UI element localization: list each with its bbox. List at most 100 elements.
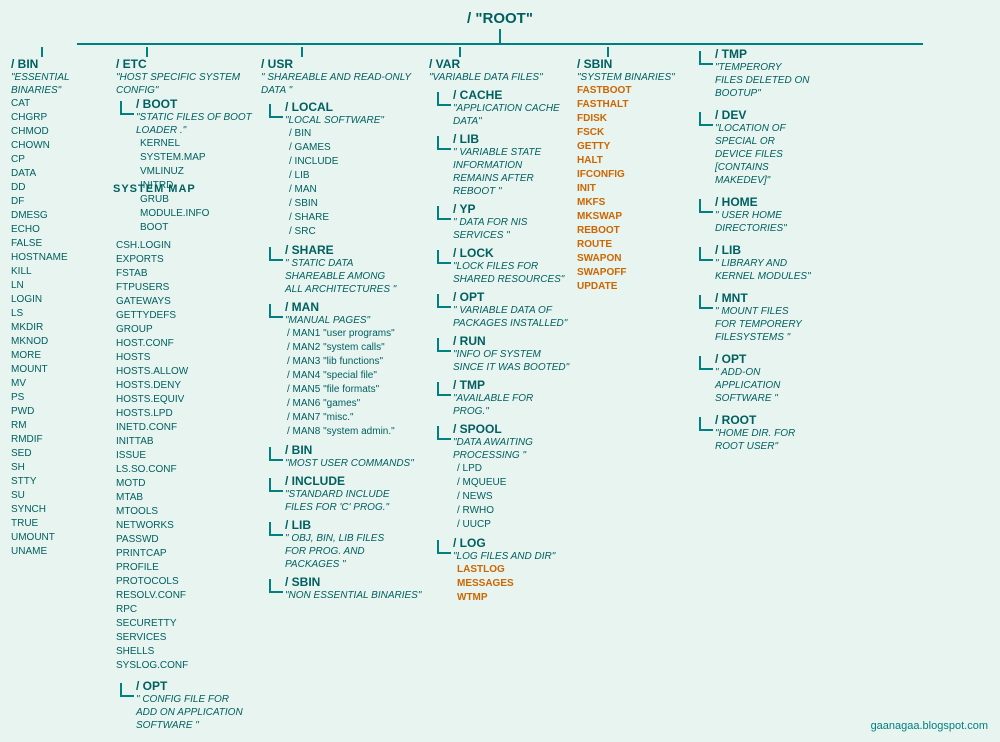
etc-file-list: CSH.LOGIN EXPORTS FSTAB FTPUSERS GATEWAY… bbox=[116, 239, 255, 673]
list-item: / SBIN bbox=[289, 197, 384, 211]
right-panel: / TMP "TEMPERORY FILES DELETED ON BOOTUP… bbox=[696, 45, 814, 463]
usr-local-name: / LOCAL bbox=[285, 100, 384, 114]
list-item: TRUE bbox=[11, 517, 110, 531]
list-item: / RWHO bbox=[457, 504, 571, 518]
usr-man-files: / MAN1 "user programs" / MAN2 "system ca… bbox=[287, 327, 395, 439]
usr-bin-desc: "MOST USER COMMANDS" bbox=[285, 457, 414, 470]
right-opt-desc: " ADD-ON APPLICATION SOFTWARE " bbox=[715, 366, 811, 405]
list-item: SU bbox=[11, 489, 110, 503]
bin-column: / BIN "ESSENTIAL BINARIES" CAT CHGRP CHM… bbox=[8, 45, 113, 561]
var-yp-name: / YP bbox=[453, 202, 571, 216]
list-item: GROUP bbox=[116, 323, 255, 337]
list-item: FASTHALT bbox=[577, 98, 689, 112]
usr-man-name: / MAN bbox=[285, 300, 395, 314]
etc-dir-name: / ETC bbox=[116, 57, 255, 71]
list-item: REBOOT bbox=[577, 224, 689, 238]
list-item: MTOOLS bbox=[116, 505, 255, 519]
list-item: DD bbox=[11, 181, 110, 195]
right-lib-desc: " LIBRARY AND KERNEL MODULES" bbox=[715, 257, 811, 283]
list-item: MKNOD bbox=[11, 335, 110, 349]
var-log-name: / LOG bbox=[453, 536, 555, 550]
list-item: KILL bbox=[11, 265, 110, 279]
list-item: PASSWD bbox=[116, 533, 255, 547]
list-item: FSTAB bbox=[116, 267, 255, 281]
usr-include-desc: "STANDARD INCLUDE FILES FOR 'C' PROG." bbox=[285, 488, 405, 514]
list-item: INITTAB bbox=[116, 435, 255, 449]
list-item: DATA bbox=[11, 167, 110, 181]
usr-sbin-desc: "NON ESSENTIAL BINARIES" bbox=[285, 589, 421, 602]
list-item: RESOLV.CONF bbox=[116, 589, 255, 603]
list-item: LS bbox=[11, 307, 110, 321]
list-item: STTY bbox=[11, 475, 110, 489]
list-item: HOSTS bbox=[116, 351, 255, 365]
right-home-desc: " USER HOME DIRECTORIES" bbox=[715, 209, 811, 235]
usr-local-files: / BIN / GAMES / INCLUDE / LIB / MAN / SB… bbox=[289, 127, 384, 239]
list-item: RPC bbox=[116, 603, 255, 617]
var-lib-name: / LIB bbox=[453, 132, 563, 146]
list-item: NETWORKS bbox=[116, 519, 255, 533]
right-mnt-desc: " MOUNT FILES FOR TEMPORERY FILESYSTEMS … bbox=[715, 305, 811, 344]
list-item: / LPD bbox=[457, 462, 571, 476]
list-item: HOSTS.ALLOW bbox=[116, 365, 255, 379]
list-item: SWAPOFF bbox=[577, 266, 689, 280]
list-item: CP bbox=[11, 153, 110, 167]
list-item: MESSAGES bbox=[457, 577, 555, 591]
list-item: MKSWAP bbox=[577, 210, 689, 224]
usr-share-name: / SHARE bbox=[285, 243, 405, 257]
list-item: HOSTS.EQUIV bbox=[116, 393, 255, 407]
list-item: WTMP bbox=[457, 591, 555, 605]
list-item: / BIN bbox=[289, 127, 384, 141]
var-cache-name: / CACHE bbox=[453, 88, 571, 102]
list-item: / SHARE bbox=[289, 211, 384, 225]
boot-dir-desc: "STATIC FILES OF BOOT LOADER ." bbox=[136, 111, 255, 137]
list-item: DMESG bbox=[11, 209, 110, 223]
list-item: PWD bbox=[11, 405, 110, 419]
list-item: HOSTS.LPD bbox=[116, 407, 255, 421]
list-item: CHOWN bbox=[11, 139, 110, 153]
var-dir-name: / VAR bbox=[429, 57, 571, 71]
list-item: ISSUE bbox=[116, 449, 255, 463]
list-item: EXPORTS bbox=[116, 253, 255, 267]
list-item: SHELLS bbox=[116, 645, 255, 659]
list-item: / MAN1 "user programs" bbox=[287, 327, 395, 341]
usr-local-desc: "LOCAL SOFTWARE" bbox=[285, 114, 384, 127]
sbin-dir-desc: "SYSTEM BINARIES" bbox=[577, 71, 689, 84]
list-item: / INCLUDE bbox=[289, 155, 384, 169]
usr-man-desc: "MANUAL PAGES" bbox=[285, 314, 395, 327]
list-item: HOST.CONF bbox=[116, 337, 255, 351]
right-mnt-name: / MNT bbox=[715, 291, 811, 305]
var-lock-name: / LOCK bbox=[453, 246, 571, 260]
right-opt-name: / OPT bbox=[715, 352, 811, 366]
list-item: SECURETTY bbox=[116, 617, 255, 631]
right-root-name: / ROOT bbox=[715, 413, 811, 427]
system-map-label: SYSTEM MAP bbox=[113, 183, 196, 195]
list-item: SWAPON bbox=[577, 252, 689, 266]
list-item: HALT bbox=[577, 154, 689, 168]
list-item: / MAN bbox=[289, 183, 384, 197]
list-item: IFCONFIG bbox=[577, 168, 689, 182]
list-item: / MAN6 "games" bbox=[287, 397, 395, 411]
list-item: / MAN7 "misc." bbox=[287, 411, 395, 425]
list-item: / MAN2 "system calls" bbox=[287, 341, 395, 355]
var-yp-desc: " DATA FOR NIS SERVICES " bbox=[453, 216, 571, 242]
list-item: SYSLOG.CONF bbox=[116, 659, 255, 673]
etc-dir-desc: "HOST SPECIFIC SYSTEM CONFIG" bbox=[116, 71, 255, 97]
list-item: PS bbox=[11, 391, 110, 405]
list-item: / GAMES bbox=[289, 141, 384, 155]
list-item: MV bbox=[11, 377, 110, 391]
var-spool-name: / SPOOL bbox=[453, 422, 571, 436]
list-item: UMOUNT bbox=[11, 531, 110, 545]
list-item: DF bbox=[11, 195, 110, 209]
list-item: RMDIF bbox=[11, 433, 110, 447]
list-item: SYNCH bbox=[11, 503, 110, 517]
usr-lib-name: / LIB bbox=[285, 518, 405, 532]
list-item: KERNEL bbox=[140, 137, 255, 151]
list-item: CHGRP bbox=[11, 111, 110, 125]
var-tmp-name: / TMP bbox=[453, 378, 571, 392]
list-item: CSH.LOGIN bbox=[116, 239, 255, 253]
list-item: MODULE.INFO bbox=[140, 207, 255, 221]
right-dev-desc: "LOCATION OF SPECIAL OR DEVICE FILES [CO… bbox=[715, 122, 811, 187]
list-item: MKFS bbox=[577, 196, 689, 210]
sbin-file-list: FASTBOOT FASTHALT FDISK FSCK GETTY HALT … bbox=[577, 84, 689, 294]
watermark: gaanagaa.blogspot.com bbox=[871, 720, 988, 732]
